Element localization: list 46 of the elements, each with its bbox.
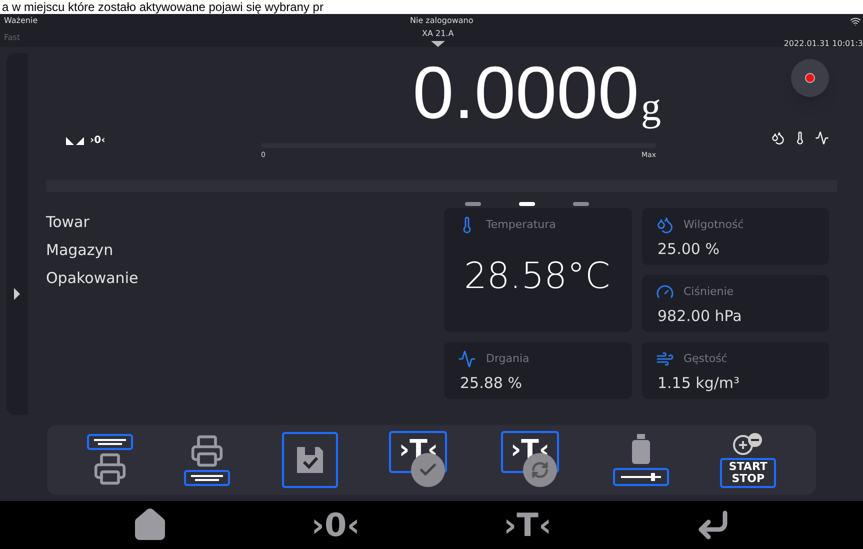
weight-value: 0.0000 [412, 55, 639, 131]
mode-label: Ważenie [4, 15, 38, 27]
record-button[interactable] [791, 59, 829, 97]
sensor-label: Temperatura [486, 216, 556, 233]
stop-label: STOP [732, 473, 765, 485]
printer-icon [190, 434, 224, 468]
sensor-label: Wilgotność [684, 216, 744, 233]
device-label: XA 21.A [422, 28, 454, 40]
caption-text: a w miejscu które zostało aktywowane pojawi się wybrany pr [1, 0, 324, 14]
speed-label: Fast [4, 32, 20, 44]
sensor-label: Gęstość [684, 350, 728, 367]
datetime-label: 2022.01.31 10:01:3 [784, 38, 863, 50]
print-header-button[interactable] [86, 434, 133, 486]
gauge-icon [656, 283, 674, 301]
droplets-icon [656, 216, 674, 234]
wind-icon [656, 350, 674, 368]
info-line: Towar [46, 212, 90, 232]
info-line: Magazyn [46, 240, 114, 260]
tare-button[interactable]: ›T‹ [503, 501, 552, 549]
start-label: START [728, 461, 768, 473]
sensor-value: 25.88 % [460, 373, 523, 394]
stable-indicator-icon [66, 136, 86, 144]
save-button[interactable] [282, 432, 338, 488]
weight-adjust-button[interactable] [612, 434, 669, 486]
login-status: Nie zalogowano [410, 15, 474, 27]
print-footer-button[interactable] [184, 434, 230, 486]
sensor-value: 1.15 kg/m³ [658, 373, 741, 394]
sensor-label: Drgania [486, 350, 530, 367]
info-line: Opakowanie [46, 268, 140, 288]
weight-unit: g [641, 87, 661, 127]
printer-icon [92, 452, 127, 486]
zero-button[interactable]: ›0‹ [311, 501, 360, 549]
zero-indicator: ›0‹ [90, 134, 106, 148]
header-frame-icon [86, 434, 133, 450]
wifi-icon [850, 16, 861, 27]
vibration-icon [815, 131, 829, 145]
expand-arrow-icon [14, 288, 20, 300]
sensor-value: 25.00 % [658, 239, 720, 260]
sensor-label: Ciśnienie [684, 284, 734, 300]
sensor-value: 28.58°C [464, 255, 612, 299]
vibration-icon [458, 350, 476, 368]
slider-frame-icon [612, 468, 669, 486]
sensor-value: 982.00 hPa [658, 306, 743, 327]
header-frame-icon [184, 470, 230, 486]
weight-icon [630, 434, 651, 464]
droplets-icon [771, 131, 785, 145]
